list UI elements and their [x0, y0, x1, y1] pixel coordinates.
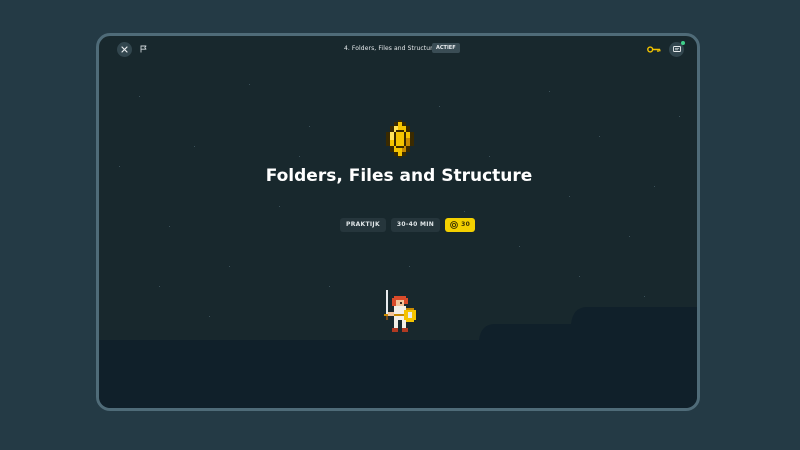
notification-dot [681, 41, 685, 45]
lesson-type-tag: PRAKTIJK [340, 218, 386, 232]
coin-icon [386, 120, 414, 158]
lesson-title: 4. Folders, Files and Structure [344, 45, 437, 52]
coin-small-icon [450, 221, 458, 229]
reward-value: 30 [461, 221, 471, 228]
lesson-tags: PRAKTIJK 30-40 MIN 30 [340, 218, 476, 232]
reward-tag: 30 [445, 218, 476, 232]
status-badge: ACTIEF [432, 43, 460, 53]
duration-tag: 30-40 MIN [390, 218, 441, 232]
app-window: 4. Folders, Files and Structure ACTIEF F… [96, 33, 700, 411]
close-button[interactable] [117, 42, 132, 57]
key-icon[interactable] [647, 46, 661, 53]
close-icon [121, 46, 128, 53]
chat-icon [672, 46, 681, 52]
page-title: Folders, Files and Structure [265, 166, 533, 186]
chat-button[interactable] [669, 41, 685, 57]
flag-icon[interactable] [140, 45, 147, 53]
knight-character [384, 290, 416, 332]
top-bar: 4. Folders, Files and Structure ACTIEF [99, 36, 697, 66]
